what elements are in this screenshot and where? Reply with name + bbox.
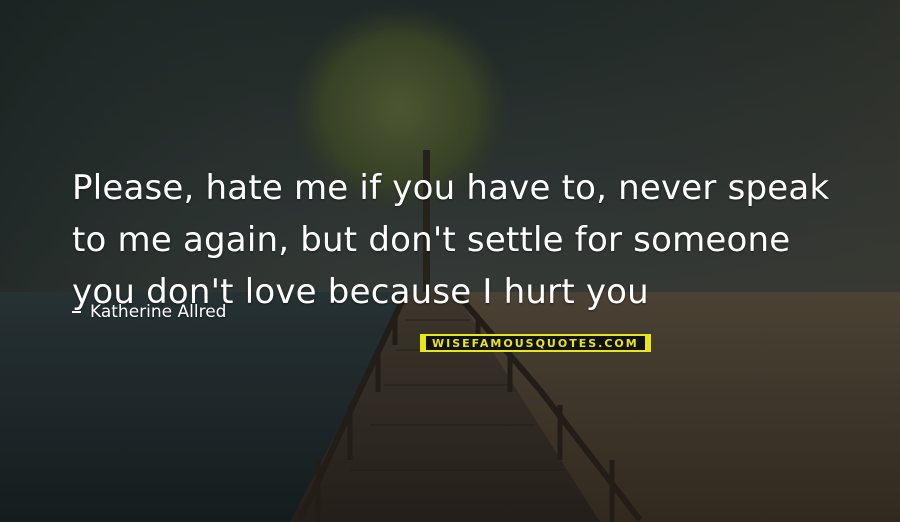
quote-line-1: Please, hate me if you have to, never sp… xyxy=(72,168,830,208)
author-attribution: Katherine Allred xyxy=(72,302,226,322)
watermark-logo: WISEFAMOUSQUOTES.COM xyxy=(420,334,651,352)
dash-icon xyxy=(72,311,81,313)
quote-line-2: to me again, but don't settle for someon… xyxy=(72,220,791,260)
watermark-text: WISEFAMOUSQUOTES.COM xyxy=(432,336,639,350)
author-name: Katherine Allred xyxy=(90,302,227,322)
quote-text: Please, hate me if you have to, never sp… xyxy=(72,162,872,318)
